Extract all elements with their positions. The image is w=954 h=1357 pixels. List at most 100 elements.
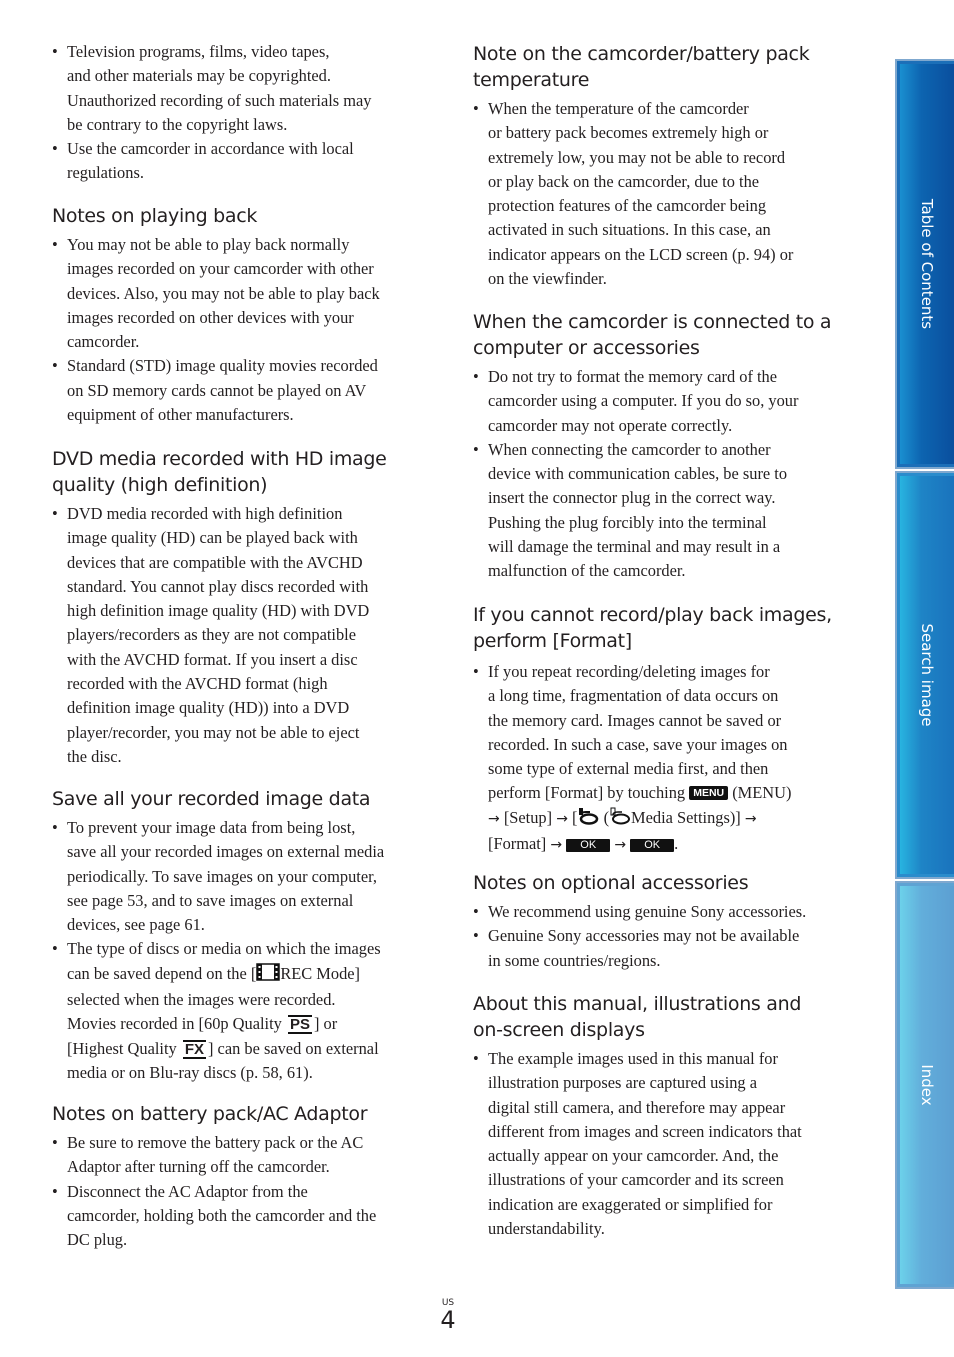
format-label: [Format] [488, 834, 551, 854]
line: [ [567, 807, 578, 827]
line: recorded. In such a case, save your imag… [488, 734, 788, 754]
bullet-list: When the temperature of the camcorder or… [473, 97, 853, 291]
tab-label: Search image [918, 623, 936, 727]
line: camcorder may not operate correctly. [488, 415, 733, 435]
list-item: When the temperature of the camcorder or… [473, 97, 853, 291]
list-item: The example images used in this manual f… [473, 1047, 853, 1241]
line: player/recorder, you may not be able to … [67, 722, 360, 742]
line: perform [Format] by touching [488, 783, 690, 803]
line: image quality (HD) can be played back wi… [67, 528, 358, 548]
line: selected when the images were recorded. [67, 990, 336, 1010]
line: ( [599, 807, 610, 827]
list-item: DVD media recorded with high definition … [52, 502, 427, 769]
tab-label: Index [918, 1064, 936, 1106]
list-item: We recommend using genuine Sony accessor… [473, 900, 853, 925]
media-settings-icon [609, 807, 631, 832]
list-item: Genuine Sony accessories may not be avai… [473, 924, 853, 973]
line: players/recorders as they are not compat… [67, 625, 356, 645]
line: standard. You cannot play discs recorded… [67, 576, 369, 596]
line: in some countries/regions. [488, 950, 661, 970]
line: illustration purposes are captured using… [488, 1073, 758, 1093]
line: ] can be saved on external [207, 1038, 379, 1058]
tab-background: Index [900, 886, 954, 1284]
list-item: The type of discs or media on which the … [52, 937, 427, 1085]
line: Movies recorded in [60p Quality [67, 1014, 286, 1034]
tab-label: Table of Contents [918, 198, 936, 330]
line: indication are exaggerated or simplified… [488, 1194, 773, 1214]
section-temperature: Note on the camcorder/battery pack tempe… [473, 41, 853, 291]
line: high definition image quality (HD) with … [67, 601, 370, 621]
line: activated in such situations. In this ca… [488, 220, 771, 240]
tab-table-of-contents[interactable]: Table of Contents [895, 59, 954, 469]
section-save-data: Save all your recorded image data To pre… [52, 786, 427, 1085]
section-heading: DVD media recorded with HD image quality… [52, 448, 387, 496]
line: recorded with the AVCHD format (high [67, 674, 328, 694]
line: extremely low, you may not be able to re… [488, 147, 786, 167]
section-heading: About this manual, illustrations and on-… [473, 993, 802, 1041]
line: . [674, 834, 679, 854]
page-number-value: 4 [440, 1306, 456, 1334]
line: on SD memory cards cannot be played on A… [67, 380, 367, 400]
bullet-list: Be sure to remove the battery pack or th… [52, 1131, 427, 1252]
line: understandability. [488, 1219, 605, 1239]
line: malfunction of the camcorder. [488, 561, 686, 581]
media-settings-icon [577, 807, 599, 832]
line: be contrary to the copyright laws. [67, 114, 288, 134]
media-settings-label: Media Settings)] [631, 807, 745, 827]
line: Disconnect the AC Adaptor from the [67, 1181, 308, 1201]
line: devices, see page 61. [67, 915, 205, 935]
page-number: US 4 [438, 1298, 458, 1332]
arrow-right-icon: → [550, 837, 563, 854]
quality-fx-badge: FX [182, 1039, 206, 1059]
line: illustrations of your camcorder and its … [488, 1170, 784, 1190]
line: can be saved depend on the [ [67, 963, 257, 983]
bullet-list: The example images used in this manual f… [473, 1047, 853, 1241]
line: the disc. [67, 746, 122, 766]
line: a long time, fragmentation of data occur… [488, 686, 779, 706]
list-item: Be sure to remove the battery pack or th… [52, 1131, 427, 1180]
line: and other materials may be copyrighted. [67, 66, 331, 86]
line: camcorder using a computer. If you do so… [488, 391, 799, 411]
section-about-manual: About this manual, illustrations and on-… [473, 991, 853, 1241]
line: with the AVCHD format. If you insert a d… [67, 649, 358, 669]
line: equipment of other manufacturers. [67, 405, 294, 425]
line: images recorded on your camcorder with o… [67, 259, 374, 279]
line: or play back on the camcorder, due to th… [488, 171, 760, 191]
list-item: Television programs, films, video tapes,… [52, 40, 427, 137]
section-heading: Notes on optional accessories [473, 872, 749, 894]
line: or battery pack becomes extremely high o… [488, 123, 769, 143]
tab-background: Table of Contents [900, 64, 954, 464]
line: devices. Also, you may not be able to pl… [67, 283, 380, 303]
line: images recorded on other devices with yo… [67, 307, 354, 327]
arrow-right-icon: → [488, 810, 500, 827]
line: [Highest Quality [67, 1038, 181, 1058]
line: DC plug. [67, 1230, 128, 1250]
line: will damage the terminal and may result … [488, 537, 781, 557]
list-item: Use the camcorder in accordance with loc… [52, 137, 427, 186]
tab-index[interactable]: Index [895, 881, 954, 1289]
line: devices that are compatible with the AVC… [67, 552, 363, 572]
line: REC Mode] [280, 963, 361, 983]
section-battery: Notes on battery pack/AC Adaptor Be sure… [52, 1101, 427, 1252]
line: indicator appears on the LCD screen (p. … [488, 244, 794, 264]
line: When connecting the camcorder to another [488, 439, 771, 459]
line: ] or [313, 1014, 338, 1034]
line: If you repeat recording/deleting images … [488, 662, 770, 681]
line: definition image quality (HD)) into a DV… [67, 698, 350, 718]
arrow-right-icon: → [556, 810, 568, 827]
list-item: Do not try to format the memory card of … [473, 365, 853, 438]
menu-button-icon: MENU [689, 786, 729, 801]
section-heading: Notes on playing back [52, 205, 258, 227]
film-reel-icon [256, 963, 281, 988]
section-heading: Notes on battery pack/AC Adaptor [52, 1103, 368, 1125]
arrow-right-icon: → [614, 837, 627, 854]
section-dvd-hd: DVD media recorded with HD image quality… [52, 446, 427, 769]
line: on the viewfinder. [488, 269, 607, 289]
list-item: If you repeat recording/deleting images … [473, 660, 853, 857]
section-heading: When the camcorder is connected to a com… [473, 311, 832, 359]
arrow-right-icon: → [744, 810, 757, 827]
line: To prevent your image data from being lo… [67, 818, 356, 837]
section-heading: If you cannot record/play back images, p… [473, 604, 832, 652]
ok-button-icon: OK [566, 839, 611, 853]
tab-search-image[interactable]: Search image [895, 471, 954, 879]
